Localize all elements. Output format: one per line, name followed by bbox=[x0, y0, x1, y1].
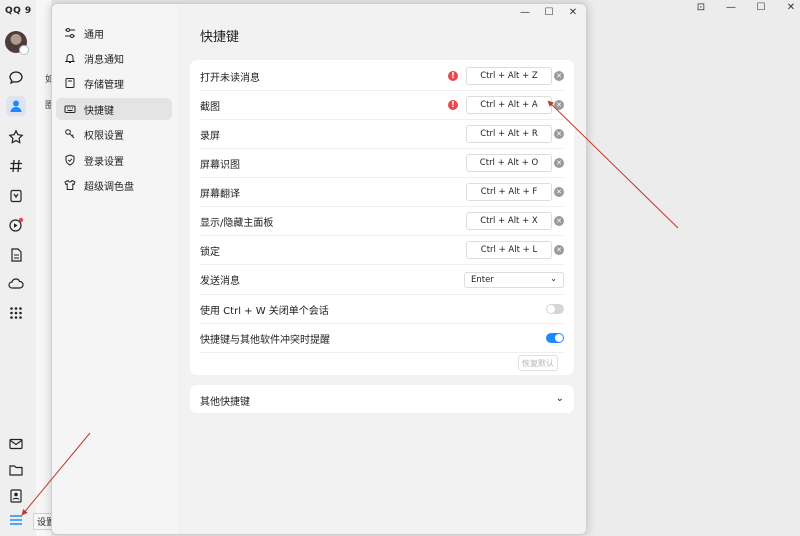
qq-logo: QQ 9 bbox=[5, 6, 32, 16]
send-message-value: Enter bbox=[471, 274, 494, 285]
profile-card-icon[interactable] bbox=[6, 486, 26, 506]
clear-shortcut-icon[interactable]: ✕ bbox=[554, 71, 564, 81]
weather-icon[interactable] bbox=[6, 274, 26, 294]
conflict-warning-icon: ! bbox=[448, 71, 458, 81]
keyboard-icon bbox=[63, 102, 77, 116]
nav-item-permissions[interactable]: 权限设置 bbox=[56, 123, 172, 145]
sliders-icon bbox=[63, 26, 77, 40]
shortcut-label: 录屏 bbox=[200, 130, 220, 142]
shortcut-row-translate: 屏幕翻译 Ctrl + Alt + F ✕ bbox=[200, 178, 564, 207]
dialog-window-controls: — ☐ ✕ bbox=[520, 7, 578, 18]
reset-default-button[interactable]: 恢复默认 bbox=[518, 355, 558, 371]
minimize-button[interactable]: — bbox=[726, 2, 736, 13]
shortcut-key-input[interactable]: Ctrl + Alt + F bbox=[466, 183, 552, 201]
clear-shortcut-icon[interactable]: ✕ bbox=[554, 245, 564, 255]
nav-item-general[interactable]: 通用 bbox=[56, 22, 172, 44]
shortcut-row-panel: 显示/隐藏主面板 Ctrl + Alt + X ✕ bbox=[200, 207, 564, 236]
close-button[interactable]: ✕ bbox=[786, 2, 796, 13]
shortcut-key-input[interactable]: Ctrl + Alt + Z bbox=[466, 67, 552, 85]
contacts-icon[interactable] bbox=[6, 96, 26, 116]
shortcut-key-input[interactable]: Ctrl + Alt + O bbox=[466, 154, 552, 172]
shortcut-key-input[interactable]: Ctrl + Alt + X bbox=[466, 212, 552, 230]
bookmark-icon[interactable] bbox=[6, 186, 26, 206]
shortcut-key-input[interactable]: Ctrl + Alt + R bbox=[466, 125, 552, 143]
shortcut-label: 打开未读消息 bbox=[200, 72, 260, 84]
toggle-label: 使用 Ctrl + W 关闭单个会话 bbox=[200, 305, 329, 317]
nav-label: 权限设置 bbox=[84, 130, 124, 142]
nav-label: 登录设置 bbox=[84, 156, 124, 168]
star-icon[interactable] bbox=[6, 127, 26, 147]
nav-item-storage[interactable]: 存储管理 bbox=[56, 72, 172, 94]
shortcut-row-ocr: 屏幕识图 Ctrl + Alt + O ✕ bbox=[200, 149, 564, 178]
settings-nav: 通用 消息通知 存储管理 快捷键 权限设置 登录设置 超级调色盘 bbox=[52, 4, 178, 534]
nav-label: 超级调色盘 bbox=[84, 181, 134, 193]
nav-item-shortcuts[interactable]: 快捷键 bbox=[56, 98, 172, 120]
ctrl-w-toggle[interactable] bbox=[546, 304, 564, 314]
clear-shortcut-icon[interactable]: ✕ bbox=[554, 216, 564, 226]
nav-label: 消息通知 bbox=[84, 54, 124, 66]
clear-shortcut-icon[interactable]: ✕ bbox=[554, 129, 564, 139]
folder-icon[interactable] bbox=[6, 460, 26, 480]
chevron-down-icon: ⌄ bbox=[550, 273, 557, 283]
key-icon bbox=[63, 127, 77, 141]
chat-icon[interactable] bbox=[6, 68, 26, 88]
storage-icon bbox=[63, 76, 77, 90]
clear-shortcut-icon[interactable]: ✕ bbox=[554, 187, 564, 197]
clear-shortcut-icon[interactable]: ✕ bbox=[554, 158, 564, 168]
shortcut-row-record: 录屏 Ctrl + Alt + R ✕ bbox=[200, 120, 564, 149]
shortcut-label: 屏幕识图 bbox=[200, 159, 240, 171]
hashtag-icon[interactable] bbox=[6, 156, 26, 176]
send-message-select[interactable]: Enter ⌄ bbox=[464, 271, 564, 288]
nav-label: 快捷键 bbox=[84, 105, 114, 117]
apps-icon[interactable] bbox=[6, 303, 26, 323]
dialog-close-button[interactable]: ✕ bbox=[568, 7, 578, 18]
nav-item-notifications[interactable]: 消息通知 bbox=[56, 47, 172, 69]
clear-shortcut-icon[interactable]: ✕ bbox=[554, 100, 564, 110]
qq-sidebar: QQ 9 bbox=[0, 0, 36, 536]
other-shortcuts-label: 其他快捷键 bbox=[200, 397, 250, 408]
shortcut-label: 屏幕翻译 bbox=[200, 188, 240, 200]
nav-label: 存储管理 bbox=[84, 79, 124, 91]
send-message-label: 发送消息 bbox=[200, 276, 240, 287]
pin-button[interactable]: ⊡ bbox=[696, 2, 706, 13]
settings-main: — ☐ ✕ 快捷键 打开未读消息 ! Ctrl + Alt + Z ✕ 截图 !… bbox=[178, 4, 586, 534]
other-shortcuts-card[interactable]: 其他快捷键 ⌄ bbox=[190, 385, 574, 413]
shortcut-row-unread: 打开未读消息 ! Ctrl + Alt + Z ✕ bbox=[200, 62, 564, 91]
main-window-controls: ⊡ — ☐ ✕ bbox=[696, 2, 796, 13]
shortcut-row-screenshot: 截图 ! Ctrl + Alt + A ✕ bbox=[200, 91, 564, 120]
bell-icon bbox=[63, 51, 77, 65]
shortcut-label: 显示/隐藏主面板 bbox=[200, 217, 274, 229]
video-icon[interactable] bbox=[6, 215, 26, 235]
nav-label: 通用 bbox=[84, 29, 104, 41]
tshirt-icon bbox=[63, 178, 77, 192]
maximize-button[interactable]: ☐ bbox=[756, 2, 766, 13]
dialog-minimize-button[interactable]: — bbox=[520, 7, 530, 18]
shortcuts-card: 打开未读消息 ! Ctrl + Alt + Z ✕ 截图 ! Ctrl + Al… bbox=[190, 60, 574, 375]
toggle-label: 快捷键与其他软件冲突时提醒 bbox=[200, 334, 330, 346]
chevron-down-icon: ⌄ bbox=[555, 393, 564, 404]
shortcut-key-input[interactable]: Ctrl + Alt + A bbox=[466, 96, 552, 114]
menu-icon[interactable] bbox=[6, 510, 26, 530]
shortcut-label: 截图 bbox=[200, 101, 220, 113]
shortcut-label: 锁定 bbox=[200, 246, 220, 258]
page-title: 快捷键 bbox=[200, 30, 240, 45]
settings-dialog: 通用 消息通知 存储管理 快捷键 权限设置 登录设置 超级调色盘 — ☐ ✕ 快… bbox=[51, 3, 587, 535]
shortcut-row-lock: 锁定 Ctrl + Alt + L ✕ bbox=[200, 236, 564, 265]
dialog-maximize-button[interactable]: ☐ bbox=[544, 7, 554, 18]
toggle-row-conflict-alert: 快捷键与其他软件冲突时提醒 bbox=[200, 324, 564, 353]
send-message-row: 发送消息 Enter ⌄ bbox=[200, 265, 564, 295]
toggle-row-ctrl-w: 使用 Ctrl + W 关闭单个会话 bbox=[200, 295, 564, 324]
avatar[interactable] bbox=[5, 31, 29, 55]
conflict-warning-icon: ! bbox=[448, 100, 458, 110]
nav-item-login[interactable]: 登录设置 bbox=[56, 149, 172, 171]
doc-icon[interactable] bbox=[6, 245, 26, 265]
shortcut-key-input[interactable]: Ctrl + Alt + L bbox=[466, 241, 552, 259]
conflict-alert-toggle[interactable] bbox=[546, 333, 564, 343]
nav-item-palette[interactable]: 超级调色盘 bbox=[56, 174, 172, 196]
mail-icon[interactable] bbox=[6, 434, 26, 454]
shield-icon bbox=[63, 153, 77, 167]
